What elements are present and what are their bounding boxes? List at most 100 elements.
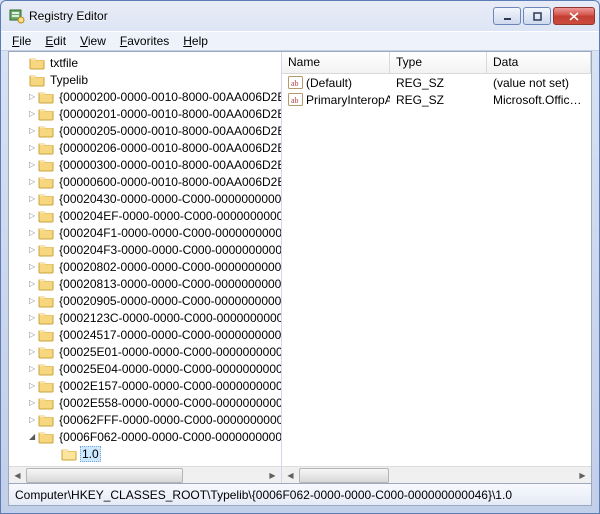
- expander-icon[interactable]: [29, 141, 35, 154]
- menu-help[interactable]: Help: [176, 33, 215, 49]
- menu-view[interactable]: View: [73, 33, 113, 49]
- maximize-button[interactable]: [523, 7, 551, 25]
- tree-label: {00000205-0000-0010-8000-00AA006D2EA4}: [57, 124, 281, 138]
- expander-icon[interactable]: [29, 345, 35, 358]
- scroll-left-icon[interactable]: ◀: [9, 467, 26, 483]
- tree-item[interactable]: {00025E04-0000-0000-C000-000000000046}: [9, 360, 281, 377]
- expander-icon[interactable]: [29, 396, 35, 409]
- tree-view[interactable]: txtfile Typelib {00000200-0000-0010-8000…: [9, 52, 282, 483]
- tree-item[interactable]: 1.0: [9, 445, 281, 462]
- string-value-icon: ab: [288, 92, 303, 107]
- list-hscrollbar[interactable]: ◀ ▶: [282, 466, 591, 483]
- expander-icon[interactable]: [29, 413, 35, 426]
- tree-label: txtfile: [48, 56, 80, 70]
- tree-label: 1.0: [80, 446, 101, 462]
- col-header-data[interactable]: Data: [487, 52, 591, 73]
- tree-item[interactable]: {0002E558-0000-0000-C000-000000000046}: [9, 394, 281, 411]
- expander-icon[interactable]: [29, 226, 35, 239]
- hscroll-thumb[interactable]: [299, 468, 389, 483]
- tree-item[interactable]: {00000205-0000-0010-8000-00AA006D2EA4}: [9, 122, 281, 139]
- folder-icon: [38, 328, 54, 342]
- tree-label: {00000300-0000-0010-8000-00AA006D2EA4}: [57, 158, 281, 172]
- tree-item[interactable]: txtfile: [9, 54, 281, 71]
- regedit-icon: [9, 8, 25, 24]
- tree-item[interactable]: {0002123C-0000-0000-C000-000000000046}: [9, 309, 281, 326]
- value-name: PrimaryInteropA...: [306, 93, 390, 107]
- expander-icon[interactable]: [29, 379, 35, 392]
- expander-icon[interactable]: [29, 175, 35, 188]
- tree-item[interactable]: {00020430-0000-0000-C000-000000000046}: [9, 190, 281, 207]
- folder-icon: [29, 73, 45, 87]
- tree-item[interactable]: {000204F3-0000-0000-C000-000000000046}: [9, 241, 281, 258]
- tree-item[interactable]: {00020905-0000-0000-C000-000000000046}: [9, 292, 281, 309]
- minimize-button[interactable]: [493, 7, 521, 25]
- tree-item[interactable]: {000204EF-0000-0000-C000-000000000046}: [9, 207, 281, 224]
- tree-item[interactable]: {00000206-0000-0010-8000-00AA006D2EA4}: [9, 139, 281, 156]
- tree-label: {00020430-0000-0000-C000-000000000046}: [57, 192, 281, 206]
- value-row[interactable]: ab (Default) REG_SZ (value not set): [282, 74, 591, 91]
- list-view[interactable]: Name Type Data ab (Default) REG_SZ (valu…: [282, 52, 591, 483]
- tree-label: {00062FFF-0000-0000-C000-000000000046}: [57, 413, 281, 427]
- expander-icon[interactable]: [29, 90, 35, 103]
- svg-text:ab: ab: [291, 79, 299, 88]
- expander-icon[interactable]: [29, 277, 35, 290]
- tree-item[interactable]: {0006F062-0000-0000-C000-000000000046}: [9, 428, 281, 445]
- folder-icon: [38, 175, 54, 189]
- value-data: (value not set): [487, 76, 591, 90]
- tree-item[interactable]: {000204F1-0000-0000-C000-000000000046}: [9, 224, 281, 241]
- col-header-type[interactable]: Type: [390, 52, 487, 73]
- tree-label: {00000200-0000-0010-8000-00AA006D2EA4}: [57, 90, 281, 104]
- close-button[interactable]: [553, 7, 595, 25]
- tree-label: {00000206-0000-0010-8000-00AA006D2EA4}: [57, 141, 281, 155]
- tree-item[interactable]: {00020813-0000-0000-C000-000000000046}: [9, 275, 281, 292]
- expander-icon[interactable]: [29, 158, 35, 171]
- folder-icon: [38, 260, 54, 274]
- tree-item[interactable]: {0002E157-0000-0000-C000-000000000046}: [9, 377, 281, 394]
- tree-item[interactable]: {00000300-0000-0010-8000-00AA006D2EA4}: [9, 156, 281, 173]
- tree-item[interactable]: {00000200-0000-0010-8000-00AA006D2EA4}: [9, 88, 281, 105]
- expander-icon[interactable]: [29, 362, 35, 375]
- scroll-right-icon[interactable]: ▶: [264, 467, 281, 483]
- folder-icon: [38, 294, 54, 308]
- scroll-left-icon[interactable]: ◀: [282, 467, 299, 484]
- expander-icon[interactable]: [29, 209, 35, 222]
- tree-item[interactable]: {00000600-0000-0010-8000-00AA006D2EA4}: [9, 173, 281, 190]
- folder-icon: [38, 396, 54, 410]
- expander-icon[interactable]: [29, 294, 35, 307]
- value-type: REG_SZ: [390, 93, 487, 107]
- status-path: Computer\HKEY_CLASSES_ROOT\Typelib\{0006…: [15, 488, 512, 502]
- expander-icon[interactable]: [29, 107, 35, 120]
- tree-label: {00020905-0000-0000-C000-000000000046}: [57, 294, 281, 308]
- tree-label: {00025E04-0000-0000-C000-000000000046}: [57, 362, 281, 376]
- expander-icon[interactable]: [29, 430, 35, 443]
- tree-item[interactable]: {00024517-0000-0000-C000-000000000046}: [9, 326, 281, 343]
- expander-icon[interactable]: [29, 328, 35, 341]
- menu-favorites[interactable]: Favorites: [113, 33, 176, 49]
- folder-icon: [38, 413, 54, 427]
- tree-item[interactable]: Typelib: [9, 71, 281, 88]
- tree-label: {0002E157-0000-0000-C000-000000000046}: [57, 379, 281, 393]
- expander-icon[interactable]: [29, 311, 35, 324]
- tree-item[interactable]: {00062FFF-0000-0000-C000-000000000046}: [9, 411, 281, 428]
- tree-label: {00000201-0000-0010-8000-00AA006D2EA4}: [57, 107, 281, 121]
- expander-icon[interactable]: [29, 124, 35, 137]
- expander-icon[interactable]: [29, 243, 35, 256]
- tree-item[interactable]: {00020802-0000-0000-C000-000000000046}: [9, 258, 281, 275]
- titlebar[interactable]: Registry Editor: [1, 1, 599, 31]
- menu-edit[interactable]: Edit: [38, 33, 73, 49]
- value-row[interactable]: ab PrimaryInteropA... REG_SZ Microsoft.O…: [282, 91, 591, 108]
- folder-icon: [38, 277, 54, 291]
- folder-icon: [38, 90, 54, 104]
- tree-hscrollbar[interactable]: ◀ ▶: [9, 466, 281, 483]
- col-header-name[interactable]: Name: [282, 52, 390, 73]
- tree-label: {00025E01-0000-0000-C000-000000000046}: [57, 345, 281, 359]
- tree-item[interactable]: {00025E01-0000-0000-C000-000000000046}: [9, 343, 281, 360]
- menu-file[interactable]: File: [5, 33, 38, 49]
- tree-label: {000204EF-0000-0000-C000-000000000046}: [57, 209, 281, 223]
- registry-editor-window: Registry Editor File Edit View Favorites…: [0, 0, 600, 514]
- tree-item[interactable]: {00000201-0000-0010-8000-00AA006D2EA4}: [9, 105, 281, 122]
- expander-icon[interactable]: [29, 260, 35, 273]
- expander-icon[interactable]: [29, 192, 35, 205]
- hscroll-thumb[interactable]: [26, 468, 183, 483]
- scroll-right-icon[interactable]: ▶: [574, 467, 591, 484]
